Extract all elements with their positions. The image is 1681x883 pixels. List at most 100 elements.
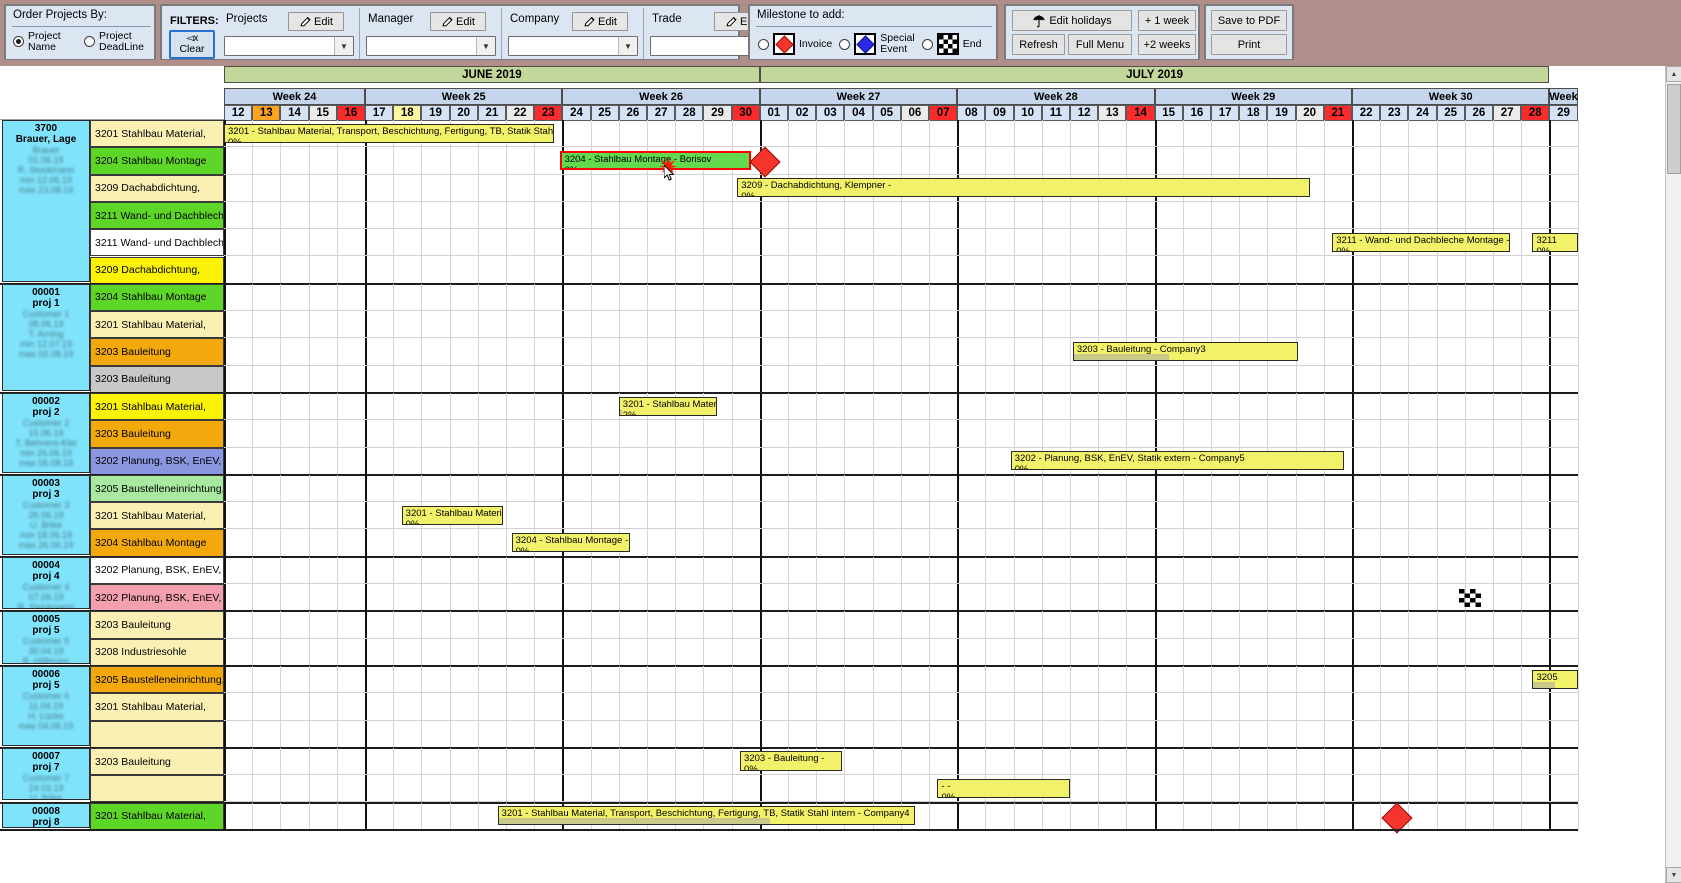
- day-header-cell[interactable]: 10: [1013, 105, 1042, 121]
- day-header-cell[interactable]: 28: [1521, 105, 1550, 121]
- project-rows-area[interactable]: 3700 Brauer, Lage Brauer 01.06.19 R. Stockma…: [0, 120, 1665, 883]
- day-header-cell[interactable]: 14: [1126, 105, 1155, 121]
- radio-project-deadline[interactable]: Project DeadLine: [84, 31, 144, 52]
- day-header-cell[interactable]: 02: [788, 105, 817, 121]
- gantt-bar[interactable]: - -0%: [937, 778, 1070, 798]
- trade-row-label[interactable]: 3209 Dachabdichtung,: [90, 256, 224, 284]
- scroll-up-button[interactable]: ▲: [1666, 66, 1681, 82]
- trade-row-label[interactable]: 3204 Stahlbau Montage: [90, 283, 224, 312]
- day-header-cell[interactable]: 24: [1408, 105, 1437, 121]
- day-header-cell[interactable]: 27: [1493, 105, 1522, 121]
- trade-row-label[interactable]: 3203 Bauleitung: [90, 747, 224, 776]
- trade-row-label[interactable]: 3205 Baustelleneinrichtung,: [90, 666, 224, 694]
- gantt-lanes[interactable]: 3203 - Bauleitung -0% - -0%: [224, 747, 1579, 803]
- filter-projects-select[interactable]: ▼: [224, 36, 354, 56]
- day-header-cell[interactable]: 12: [1070, 105, 1099, 121]
- day-header-cell[interactable]: 20: [1295, 105, 1324, 121]
- gantt-bar[interactable]: 3211 0%: [1532, 232, 1578, 252]
- day-header-cell[interactable]: 01: [759, 105, 788, 121]
- gantt-bar[interactable]: 320547%: [1532, 669, 1578, 689]
- edit-projects-button[interactable]: Edit: [288, 12, 344, 31]
- project-info-cell[interactable]: 00003 proj 3 Customer 3 26.06.19 U. Böke min …: [2, 474, 90, 555]
- day-header-cell[interactable]: 11: [1041, 105, 1070, 121]
- gantt-bar[interactable]: 3201 - Stahlbau Material,2%: [618, 396, 718, 416]
- day-header-cell[interactable]: 03: [816, 105, 845, 121]
- trade-row-label[interactable]: 3208 Industriesohle: [90, 638, 224, 666]
- gantt-bar[interactable]: 3202 - Planung, BSK, EnEV, Statik extern…: [1010, 451, 1344, 471]
- day-header-cell[interactable]: 18: [393, 105, 422, 121]
- day-header-cell[interactable]: 06: [900, 105, 929, 121]
- trade-row-label[interactable]: 3204 Stahlbau Montage: [90, 147, 224, 175]
- trade-row-label[interactable]: 3203 Bauleitung: [90, 338, 224, 366]
- gantt-bar[interactable]: 3209 - Dachabdichtung, Klempner -0%: [737, 178, 1310, 198]
- filter-manager-select[interactable]: ▼: [366, 36, 496, 56]
- day-header-cell[interactable]: 27: [647, 105, 676, 121]
- day-header-cell[interactable]: 18: [1239, 105, 1268, 121]
- project-info-cell[interactable]: 00007 proj 7 Customer 7 24.03.19 U. Böke: [2, 747, 90, 801]
- gantt-lane[interactable]: [224, 202, 1578, 230]
- trade-row-label[interactable]: 3201 Stahlbau Material,: [90, 393, 224, 421]
- trade-row-label[interactable]: 3202 Planung, BSK, EnEV, Statik: [90, 584, 224, 612]
- day-header-cell[interactable]: 09: [985, 105, 1014, 121]
- trade-row-label[interactable]: 3201 Stahlbau Material,: [90, 693, 224, 721]
- trade-row-label[interactable]: [90, 775, 224, 803]
- gantt-lanes[interactable]: [224, 611, 1579, 666]
- trade-row-label[interactable]: [90, 720, 224, 748]
- print-button[interactable]: Print: [1211, 34, 1287, 55]
- gantt-bar[interactable]: 3201 - Stahlbau Material, Transport, Bes…: [224, 123, 554, 143]
- day-header-cell[interactable]: 13: [252, 105, 281, 121]
- day-header-cell[interactable]: 28: [675, 105, 704, 121]
- day-header-cell[interactable]: 21: [1323, 105, 1352, 121]
- day-header-cell[interactable]: 05: [872, 105, 901, 121]
- day-header-cell[interactable]: 24: [562, 105, 591, 121]
- milestone-special-event-radio[interactable]: [839, 38, 851, 50]
- day-header-cell[interactable]: 04: [844, 105, 873, 121]
- day-header-cell[interactable]: 22: [1352, 105, 1381, 121]
- gantt-lane[interactable]: [224, 257, 1578, 284]
- day-header-cell[interactable]: 25: [590, 105, 619, 121]
- trade-row-label[interactable]: 3203 Bauleitung: [90, 365, 224, 393]
- day-header-cell[interactable]: 13: [1098, 105, 1127, 121]
- gantt-lane[interactable]: [224, 311, 1578, 339]
- gantt-bar[interactable]: 3211 - Wand- und Dachbleche Montage -0%: [1332, 232, 1510, 252]
- gantt-lane[interactable]: [224, 393, 1578, 421]
- radio-project-name[interactable]: Project Name: [13, 31, 61, 52]
- gantt-lane[interactable]: [224, 693, 1578, 721]
- day-header-cell[interactable]: 29: [1549, 105, 1578, 121]
- scroll-down-button[interactable]: ▼: [1666, 867, 1681, 883]
- day-header-cell[interactable]: 26: [1464, 105, 1493, 121]
- gantt-bar[interactable]: 3201 - Stahlbau Material, Transport, Bes…: [497, 806, 915, 826]
- gantt-lane[interactable]: [224, 366, 1578, 393]
- edit-company-button[interactable]: Edit: [572, 12, 628, 31]
- gantt-bar[interactable]: 3204 - Stahlbau Montage -0%: [511, 532, 631, 553]
- day-header-cell[interactable]: 21: [477, 105, 506, 121]
- milestone-option-special-event[interactable]: Special Event: [839, 33, 915, 55]
- gantt-lanes[interactable]: 3201 - Stahlbau Material,2% 3202 - Planun…: [224, 393, 1579, 475]
- vertical-scrollbar[interactable]: ▲ ▼: [1665, 66, 1681, 883]
- day-header-cell[interactable]: 30: [731, 105, 760, 121]
- gantt-lane[interactable]: [224, 338, 1578, 366]
- trade-row-label[interactable]: 3205 Baustelleneinrichtung,: [90, 474, 224, 503]
- day-header-cell[interactable]: 17: [365, 105, 394, 121]
- refresh-button[interactable]: Refresh: [1012, 34, 1065, 55]
- filter-company-select[interactable]: ▼: [508, 36, 638, 56]
- gantt-lanes[interactable]: 320547%: [224, 666, 1579, 748]
- gantt-lane[interactable]: [224, 775, 1578, 803]
- edit-manager-button[interactable]: Edit: [430, 12, 486, 31]
- gantt-lane[interactable]: [224, 475, 1578, 503]
- gantt-lanes[interactable]: [224, 556, 1579, 612]
- trade-row-label[interactable]: 3202 Planung, BSK, EnEV, Statik: [90, 447, 224, 475]
- end-milestone-icon[interactable]: [1459, 589, 1482, 608]
- day-header-cell[interactable]: 16: [336, 105, 365, 121]
- gantt-lanes[interactable]: 3203 - Bauleitung - Company342%: [224, 283, 1579, 393]
- gantt-lane[interactable]: [224, 147, 1578, 175]
- day-header-cell[interactable]: 26: [618, 105, 647, 121]
- gantt-lane[interactable]: [224, 721, 1578, 748]
- trade-row-label[interactable]: 3203 Bauleitung: [90, 420, 224, 448]
- milestone-end-radio[interactable]: [921, 38, 933, 50]
- gantt-lane[interactable]: [224, 557, 1578, 585]
- project-info-cell[interactable]: 00002 proj 2 Customer 2 15.06.19 T. Behrens-…: [2, 393, 90, 473]
- plus-one-week-button[interactable]: + 1 week: [1138, 10, 1196, 31]
- day-header-cell[interactable]: 19: [1267, 105, 1296, 121]
- gantt-lane[interactable]: [224, 284, 1578, 312]
